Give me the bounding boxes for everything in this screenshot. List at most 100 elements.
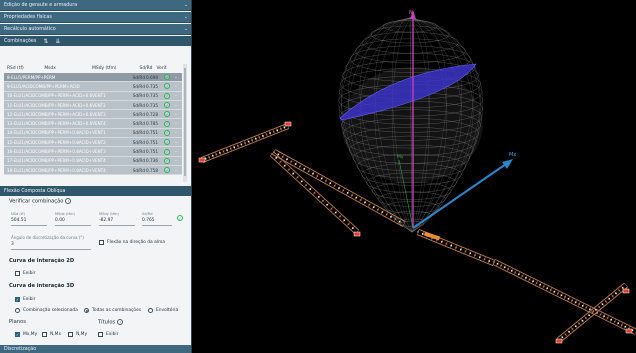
- beam-left-cell: [237, 145, 239, 147]
- beam-right-cell: [528, 278, 531, 281]
- table-row[interactable]: 11-ELU1/ACIDCOMB/PP+PERM+ACID+0.6VENT2 S…: [4, 100, 182, 111]
- beam-mid-right-cell: [474, 254, 476, 257]
- beam-cross-cell: [313, 192, 316, 194]
- section-propriedades-fisicas[interactable]: Propriedades físicas ⌄: [0, 12, 191, 23]
- column-header-rsd[interactable]: RSd (tf): [4, 66, 44, 71]
- row-name: 15-ELU1/ACIDCOMB/PP+PERM+0.8ACID+VENT2: [7, 139, 106, 145]
- show-2d-checkbox[interactable]: [15, 271, 20, 276]
- table-row[interactable]: 17-ELU1/ACIDCOMB/PP+PERM+0.8ACID+VENT4 S…: [4, 156, 182, 166]
- plane-mxmy-checkbox[interactable]: ✓: [15, 332, 20, 337]
- plane-nmy-checkbox[interactable]: [68, 332, 73, 337]
- beam-cross-cell: [322, 200, 324, 202]
- radio-combinacao-selecionada[interactable]: [15, 308, 20, 313]
- column-header-msdx[interactable]: Msdx: [44, 66, 83, 71]
- check-ok-icon: ✓: [164, 120, 170, 127]
- combinations-grid: 8-ELU1/PERM/PP+PERM Sd/Rd 0.698 ✓ ⌄ 9-EL…: [4, 73, 182, 176]
- field-label-sdrd: Sd/Rd: [142, 212, 153, 216]
- radio-label: Envoltória: [156, 308, 179, 313]
- beam-right-cell: [603, 315, 605, 318]
- row-name: 14-ELU1/ACIDCOMB/PP+PERM+0.8ACID+VENT1: [7, 130, 106, 136]
- beam-left-cell: [258, 136, 261, 139]
- table-row[interactable]: 14-ELU1/ACIDCOMB/PP+PERM+0.8ACID+VENT1 S…: [4, 128, 182, 139]
- alma-checkbox[interactable]: [99, 240, 104, 245]
- grid-scrollbar[interactable]: [183, 64, 187, 182]
- chevron-down-icon[interactable]: ⌄: [174, 149, 178, 154]
- row-ratio: 0.735: [146, 93, 158, 99]
- titles-show-label: Exibir: [106, 332, 119, 337]
- beam-end-cell: [615, 292, 617, 295]
- beam-cross-cell: [326, 203, 329, 206]
- scrollbar-thumb[interactable]: [184, 68, 186, 176]
- filter-icon[interactable]: ⇊: [55, 38, 60, 45]
- beam-left-cell: [251, 139, 253, 141]
- check-ok-icon: ✓: [164, 83, 170, 90]
- chevron-down-icon[interactable]: ⌄: [174, 103, 178, 108]
- support-lower: [353, 231, 361, 237]
- column-header-verif[interactable]: Verif.: [156, 66, 182, 71]
- beam-mid-left-cell: [381, 211, 384, 213]
- table-row[interactable]: 15-ELU1/ACIDCOMB/PP+PERM+0.8ACID+VENT2 S…: [4, 138, 182, 148]
- column-header-sdrd[interactable]: Sd/Rd: [125, 66, 157, 71]
- 3d-viewport[interactable]: N Mx My: [192, 0, 636, 353]
- section-edicao-geraute[interactable]: Edição de geraute e armadura ⌄: [0, 0, 191, 11]
- angle-input[interactable]: 3: [11, 242, 14, 247]
- chevron-down-icon[interactable]: ⌄: [174, 130, 178, 135]
- support-bottom-right: [555, 338, 563, 344]
- plane-nmx-checkbox[interactable]: [42, 332, 47, 337]
- beam-left-cell: [247, 140, 250, 143]
- titles-show-checkbox[interactable]: [98, 332, 103, 337]
- table-row[interactable]: 12-ELU1/ACIDCOMB/PP+PERM+ACID+0.6VENT3 S…: [4, 110, 182, 120]
- chevron-down-icon[interactable]: ⌄: [174, 140, 178, 145]
- table-row[interactable]: 9-ELU1/ACIDCOMB/PP+PERM+ACID Sd/Rd 0.735…: [4, 82, 182, 92]
- sort-icon[interactable]: ⇅: [43, 38, 48, 45]
- beam-mid-left-cell: [346, 192, 349, 194]
- check-ok-icon: ✓: [164, 157, 170, 164]
- section-discretizacao[interactable]: Discretização: [0, 345, 191, 353]
- section-recalculo-automatico[interactable]: Recálculo automático ⌄: [0, 24, 191, 35]
- beam-left-cell: [222, 150, 225, 153]
- beam-right-cell: [574, 301, 577, 304]
- column-header-msdy[interactable]: MSdy (tfm): [84, 66, 125, 71]
- row-name: 18-ELU1/ACIDCOMB/PP+PERM+0.8ACID+VENT4: [7, 167, 106, 173]
- beam-left-cell: [265, 133, 268, 136]
- beam-right-cell: [599, 313, 602, 316]
- chevron-down-icon[interactable]: ⌄: [174, 84, 178, 89]
- chevron-down-icon: ⌄: [183, 14, 189, 20]
- chevron-down-icon[interactable]: ⌄: [174, 75, 178, 80]
- chevron-down-icon[interactable]: ⌄: [174, 112, 178, 117]
- beam-mid-left-cell: [294, 163, 297, 165]
- row-name: 8-ELU1/PERM/PP+PERM: [7, 74, 56, 80]
- table-row[interactable]: 16-ELU1/ACIDCOMB/PP+PERM+0.8ACID+VENT3 S…: [4, 147, 182, 157]
- beam-cross-cell: [283, 164, 286, 167]
- beam-mid-left-cell: [277, 153, 280, 156]
- table-row[interactable]: 10-ELU1/ACIDCOMB/PP+PERM+ACID+0.6VENT1 S…: [4, 91, 182, 101]
- table-row[interactable]: 13-ELU1/ACIDCOMB/PP+PERM+ACID+0.6VENT4 S…: [4, 119, 182, 129]
- field-label-msdy: MSdy (tfm): [99, 212, 119, 216]
- beam-right-cell: [589, 308, 591, 311]
- chevron-down-icon[interactable]: ⌄: [174, 93, 178, 98]
- field-value-msdx: 0.00: [55, 218, 65, 223]
- chevron-down-icon[interactable]: ⌄: [174, 158, 178, 163]
- info-icon[interactable]: i: [65, 198, 72, 204]
- field-value-nsd: 504.51: [11, 218, 27, 223]
- table-row[interactable]: 8-ELU1/PERM/PP+PERM Sd/Rd 0.698 ✓ ⌄: [4, 73, 182, 83]
- beam-mid-right-cell: [469, 252, 472, 255]
- beam-mid-right-cell: [455, 246, 457, 249]
- row-ratio-label: Sd/Rd: [132, 139, 145, 145]
- beam-end-cell: [564, 333, 567, 336]
- check-ok-icon: ✓: [164, 102, 170, 109]
- section-flexao-composta[interactable]: Flexão Composta Oblíqua: [0, 186, 191, 196]
- info-icon[interactable]: i: [117, 319, 124, 325]
- radio-todas-combinacoes[interactable]: [84, 308, 89, 313]
- beam-left-cell: [262, 135, 264, 137]
- 3d-scene[interactable]: N Mx My: [192, 0, 636, 353]
- row-name: 9-ELU1/ACIDCOMB/PP+PERM+ACID: [7, 83, 80, 89]
- chevron-down-icon[interactable]: ⌄: [174, 121, 178, 126]
- show-3d-checkbox[interactable]: ✓: [15, 297, 20, 302]
- beam-right-cell: [560, 294, 563, 297]
- table-row[interactable]: 18-ELU1/ACIDCOMB/PP+PERM+0.8ACID+VENT4 S…: [4, 165, 182, 176]
- chevron-down-icon: ⌄: [183, 26, 189, 32]
- chevron-down-icon[interactable]: ⌄: [174, 168, 178, 173]
- radio-envoltoria[interactable]: [148, 308, 153, 313]
- row-ratio-label: Sd/Rd: [132, 158, 145, 164]
